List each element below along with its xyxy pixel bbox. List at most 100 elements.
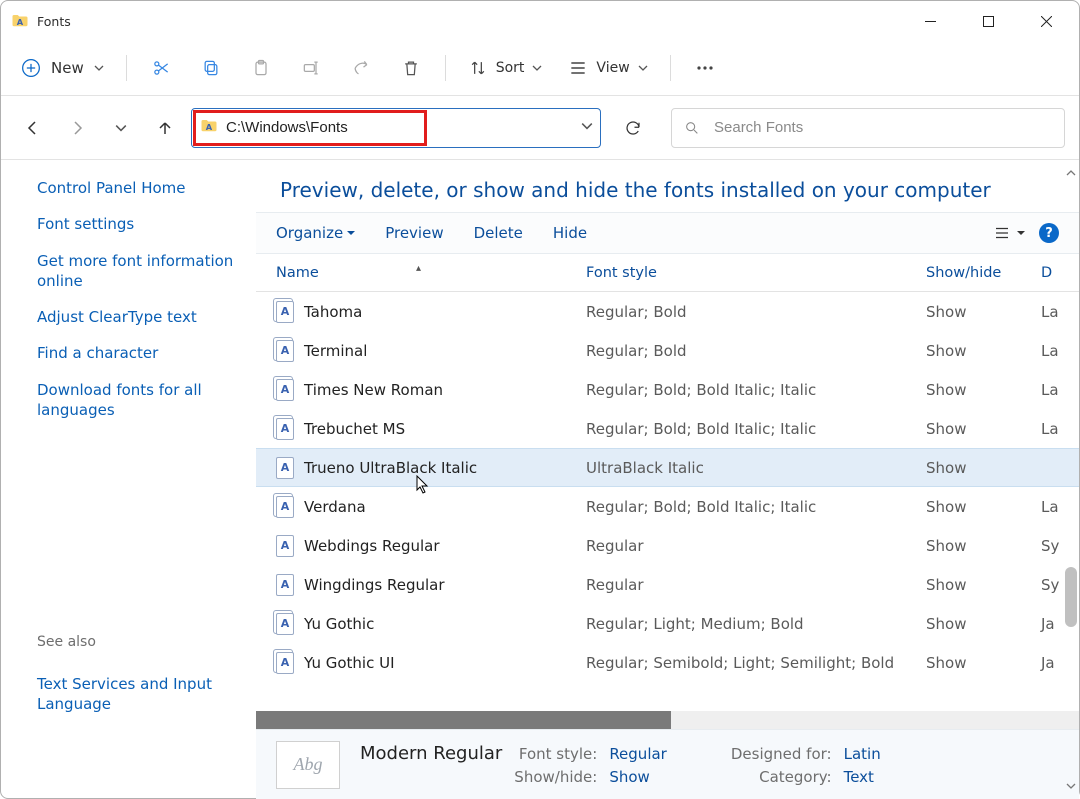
nav-row: A [1, 96, 1079, 160]
column-headers: Name▴ Font style Show/hide D [256, 254, 1079, 292]
svg-text:A: A [206, 121, 213, 131]
minimize-button[interactable] [901, 1, 959, 41]
font-style-cell: Regular; Bold; Bold Italic; Italic [586, 420, 926, 438]
details-pane: Abg Modern Regular Font style: Regular D… [256, 729, 1079, 799]
organize-button[interactable]: Organize [276, 224, 355, 242]
sidebar-link[interactable]: Get more font information online [37, 251, 244, 292]
show-hide-cell: Show [926, 420, 1041, 438]
separator [445, 55, 446, 81]
show-hide-cell: Show [926, 459, 1041, 477]
forward-button[interactable] [59, 110, 95, 146]
sidebar-link[interactable]: Find a character [37, 343, 244, 363]
font-style-cell: Regular [586, 537, 926, 555]
share-button[interactable] [339, 50, 383, 86]
view-button[interactable]: View [558, 50, 657, 86]
delete-button[interactable] [389, 50, 433, 86]
font-style-cell: Regular; Bold; Bold Italic; Italic [586, 381, 926, 399]
separator [126, 55, 127, 81]
up-button[interactable] [147, 110, 183, 146]
label-designed-for: Designed for: [731, 745, 832, 763]
column-show-hide[interactable]: Show/hide [926, 265, 1041, 281]
address-bar-wrapper: A [191, 108, 601, 148]
horizontal-scrollbar[interactable] [256, 711, 1079, 729]
vscroll-thumb[interactable] [1065, 567, 1077, 627]
page-title: Preview, delete, or show and hide the fo… [256, 160, 1079, 212]
chevron-down-icon [94, 63, 104, 73]
font-name: Webdings Regular [304, 537, 440, 555]
views-dropdown[interactable] [993, 224, 1025, 242]
sidebar-link[interactable]: Download fonts for all languages [37, 380, 244, 421]
address-history-button[interactable] [581, 120, 593, 136]
font-row[interactable]: Yu Gothic UIRegular; Semibold; Light; Se… [256, 643, 1079, 682]
font-row[interactable]: Times New RomanRegular; Bold; Bold Itali… [256, 370, 1079, 409]
rename-icon [301, 58, 321, 78]
chevron-down-icon [532, 63, 542, 73]
sidebar-link[interactable]: Font settings [37, 214, 244, 234]
search-icon [684, 120, 700, 136]
chevron-down-icon [638, 63, 648, 73]
refresh-button[interactable] [613, 108, 653, 148]
see-also-label: See also [37, 634, 244, 650]
rename-button[interactable] [289, 50, 333, 86]
folder-fonts-icon: A [200, 117, 218, 139]
more-button[interactable] [683, 50, 727, 86]
sort-button[interactable]: Sort [458, 50, 553, 86]
font-file-icon [276, 613, 294, 635]
column-font-style[interactable]: Font style [586, 265, 926, 281]
address-bar[interactable]: A [191, 108, 601, 148]
search-input[interactable] [712, 118, 1052, 137]
search-box[interactable] [671, 108, 1065, 148]
font-row[interactable]: Trueno UltraBlack ItalicUltraBlack Itali… [256, 448, 1079, 487]
font-file-icon [276, 340, 294, 362]
font-name: Yu Gothic [304, 615, 374, 633]
sidebar-link[interactable]: Control Panel Home [37, 178, 244, 198]
cut-button[interactable] [139, 50, 183, 86]
sidebar-link[interactable]: Adjust ClearType text [37, 307, 244, 327]
scroll-up-icon[interactable] [1066, 168, 1076, 178]
scroll-down-icon[interactable] [1066, 781, 1076, 791]
value-font-style: Regular [609, 745, 667, 763]
font-row[interactable]: Yu GothicRegular; Light; Medium; BoldSho… [256, 604, 1079, 643]
sidebar: Control Panel Home Font settings Get more … [1, 160, 256, 799]
sort-label: Sort [496, 60, 525, 76]
show-hide-cell: Show [926, 342, 1041, 360]
font-row[interactable]: TerminalRegular; BoldShowLa [256, 331, 1079, 370]
paste-button[interactable] [239, 50, 283, 86]
plus-circle-icon [21, 58, 41, 78]
new-button[interactable]: New [11, 50, 114, 86]
preview-button[interactable]: Preview [385, 224, 443, 242]
font-file-icon [276, 535, 294, 557]
see-also-link[interactable]: Text Services and Input Language [37, 674, 244, 715]
font-row[interactable]: VerdanaRegular; Bold; Bold Italic; Itali… [256, 487, 1079, 526]
font-name: Yu Gothic UI [304, 654, 395, 672]
vertical-scrollbar[interactable] [1063, 160, 1079, 799]
copy-button[interactable] [189, 50, 233, 86]
font-style-cell: Regular [586, 576, 926, 594]
font-row[interactable]: TahomaRegular; BoldShowLa [256, 292, 1079, 331]
font-list[interactable]: TahomaRegular; BoldShowLaTerminalRegular… [256, 292, 1079, 711]
column-name[interactable]: Name▴ [276, 265, 586, 281]
show-hide-cell: Show [926, 303, 1041, 321]
delete-font-button[interactable]: Delete [474, 224, 523, 242]
close-button[interactable] [1017, 1, 1075, 41]
font-name: Trebuchet MS [304, 420, 405, 438]
address-input[interactable] [224, 118, 570, 137]
font-style-cell: Regular; Bold [586, 342, 926, 360]
font-name: Verdana [304, 498, 366, 516]
back-button[interactable] [15, 110, 51, 146]
font-row[interactable]: Wingdings RegularRegularShowSy [256, 565, 1079, 604]
font-file-icon [276, 652, 294, 674]
hide-font-button[interactable]: Hide [553, 224, 587, 242]
hscroll-thumb[interactable] [256, 711, 671, 729]
font-name: Tahoma [304, 303, 362, 321]
font-row[interactable]: Trebuchet MS Regular; Bold; Bold Italic; … [256, 409, 1079, 448]
font-name: Wingdings Regular [304, 576, 445, 594]
font-file-icon [276, 301, 294, 323]
font-row[interactable]: Webdings RegularRegularShowSy [256, 526, 1079, 565]
svg-text:A: A [17, 17, 24, 27]
font-style-cell: UltraBlack Italic [586, 459, 926, 477]
sort-ascending-icon: ▴ [416, 263, 421, 274]
help-button[interactable]: ? [1039, 223, 1059, 243]
recent-locations-button[interactable] [103, 110, 139, 146]
maximize-button[interactable] [959, 1, 1017, 41]
